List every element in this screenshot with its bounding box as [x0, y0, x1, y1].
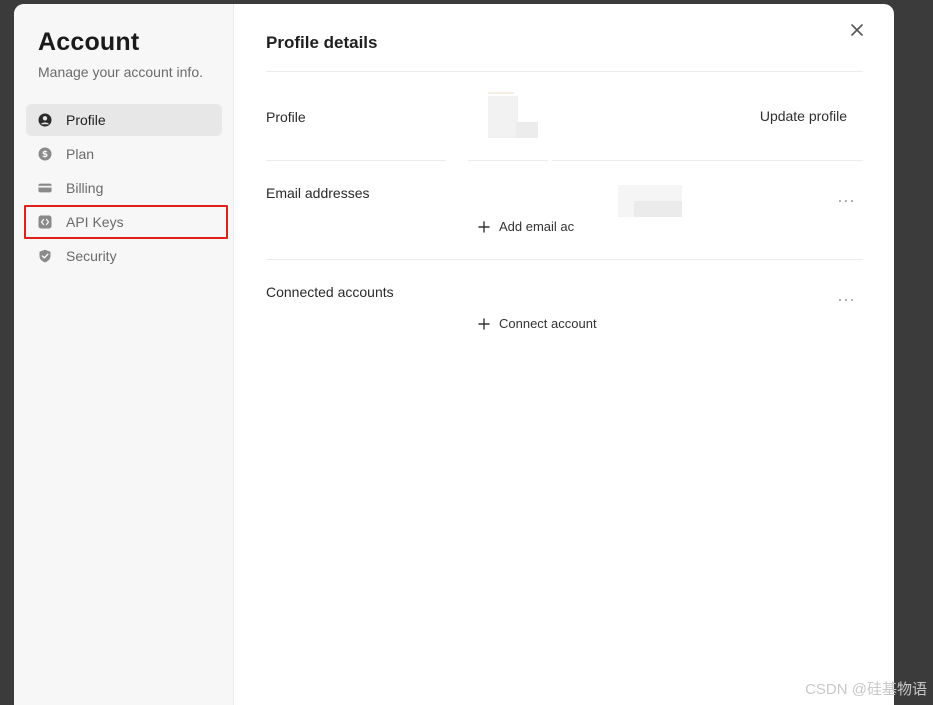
svg-text:$: $ — [42, 150, 48, 160]
header-divider — [266, 71, 863, 72]
code-square-icon — [38, 215, 52, 229]
sidebar-title: Account — [38, 28, 140, 56]
profile-details-panel: Profile details Profile Update profile E… — [266, 4, 863, 705]
close-icon — [851, 24, 863, 36]
add-email-label: Add email ac — [499, 219, 575, 234]
profile-divider — [552, 160, 863, 161]
more-horizontal-icon — [839, 200, 853, 202]
profile-row-label: Profile — [266, 109, 306, 125]
account-modal: Account Manage your account info. Profil… — [14, 4, 894, 705]
sidebar-item-label: API Keys — [66, 214, 124, 230]
add-email-button[interactable]: Add email ac — [478, 219, 574, 234]
sidebar-item-api-keys[interactable]: API Keys — [24, 205, 228, 239]
sidebar-subtitle: Manage your account info. — [38, 64, 203, 80]
avatar — [488, 96, 518, 138]
shield-check-icon — [38, 249, 52, 263]
email-menu-button[interactable] — [837, 191, 855, 202]
connected-row-label: Connected accounts — [266, 284, 394, 300]
more-horizontal-icon — [839, 299, 853, 301]
sidebar-nav: Profile $ Plan Billing API Keys Security — [24, 104, 228, 274]
sidebar-item-profile[interactable]: Profile — [26, 104, 222, 136]
email-divider — [266, 259, 863, 260]
email-row-label: Email addresses — [266, 185, 370, 201]
credit-card-icon — [38, 181, 52, 195]
avatar-blur — [516, 122, 538, 138]
close-button[interactable] — [847, 20, 867, 40]
avatar-blur — [488, 92, 514, 94]
connected-menu-button[interactable] — [837, 290, 855, 301]
sidebar-item-label: Security — [66, 248, 117, 264]
watermark: CSDN @硅基物语 — [805, 681, 927, 698]
connect-account-button[interactable]: Connect account — [478, 316, 597, 331]
plus-icon — [478, 317, 490, 330]
account-sidebar: Account Manage your account info. Profil… — [14, 4, 234, 705]
sidebar-item-label: Billing — [66, 180, 104, 196]
email-blur — [634, 201, 682, 217]
sidebar-item-plan[interactable]: $ Plan — [26, 138, 222, 170]
sidebar-item-security[interactable]: Security — [26, 240, 222, 272]
profile-divider — [266, 160, 446, 161]
sidebar-item-billing[interactable]: Billing — [26, 172, 222, 204]
sidebar-item-label: Plan — [66, 146, 95, 162]
plus-icon — [478, 220, 490, 233]
sidebar-item-label: Profile — [66, 112, 106, 128]
profile-divider — [468, 160, 548, 161]
dollar-circle-icon: $ — [38, 147, 52, 161]
page-title: Profile details — [266, 33, 378, 52]
user-circle-icon — [38, 113, 52, 127]
connect-account-label: Connect account — [499, 316, 597, 331]
update-profile-button[interactable]: Update profile — [760, 108, 847, 124]
